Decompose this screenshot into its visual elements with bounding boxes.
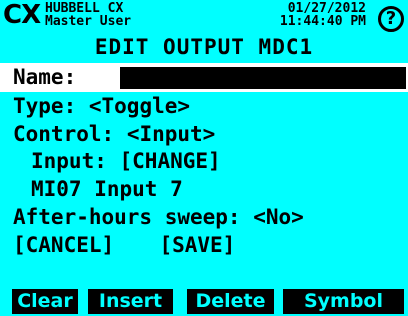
action-row: [CANCEL] [SAVE] — [13, 231, 235, 259]
afterhours-row[interactable]: After-hours sweep: <No> — [13, 203, 304, 231]
control-label: Control: — [13, 122, 115, 146]
header-bar: CX HUBBELL CX Master User 01/27/2012 11:… — [0, 0, 408, 34]
softkey-delete[interactable]: Delete — [187, 289, 274, 314]
type-row[interactable]: Type: <Toggle> — [13, 92, 190, 120]
type-selector[interactable]: <Toggle> — [89, 94, 190, 118]
name-label: Name: — [13, 65, 77, 89]
softkey-insert[interactable]: Insert — [88, 289, 173, 314]
control-selector[interactable]: <Input> — [127, 122, 216, 146]
page-title: EDIT OUTPUT MDC1 — [94, 35, 314, 59]
softkey-clear[interactable]: Clear — [12, 289, 78, 314]
name-row[interactable]: Name: — [0, 63, 408, 92]
selected-input: MI07 Input 7 — [31, 177, 183, 201]
afterhours-label: After-hours sweep: — [13, 205, 241, 229]
input-change-button[interactable]: [CHANGE] — [120, 149, 221, 173]
input-label: Input: — [31, 149, 107, 173]
hubbell-cx-logo: CX — [3, 0, 41, 30]
save-button[interactable]: [SAVE] — [159, 233, 235, 257]
control-row[interactable]: Control: <Input> — [13, 120, 215, 148]
name-input[interactable] — [120, 67, 406, 89]
user-name: Master User — [45, 14, 132, 29]
input-row[interactable]: Input: [CHANGE] — [31, 147, 221, 175]
type-label: Type: — [13, 94, 77, 118]
softkey-symbol[interactable]: Symbol — [283, 289, 404, 314]
help-icon[interactable]: ? — [378, 6, 404, 32]
current-time: 11:44:40 PM — [279, 14, 366, 29]
cancel-button[interactable]: [CANCEL] — [13, 233, 114, 257]
afterhours-selector[interactable]: <No> — [253, 205, 304, 229]
